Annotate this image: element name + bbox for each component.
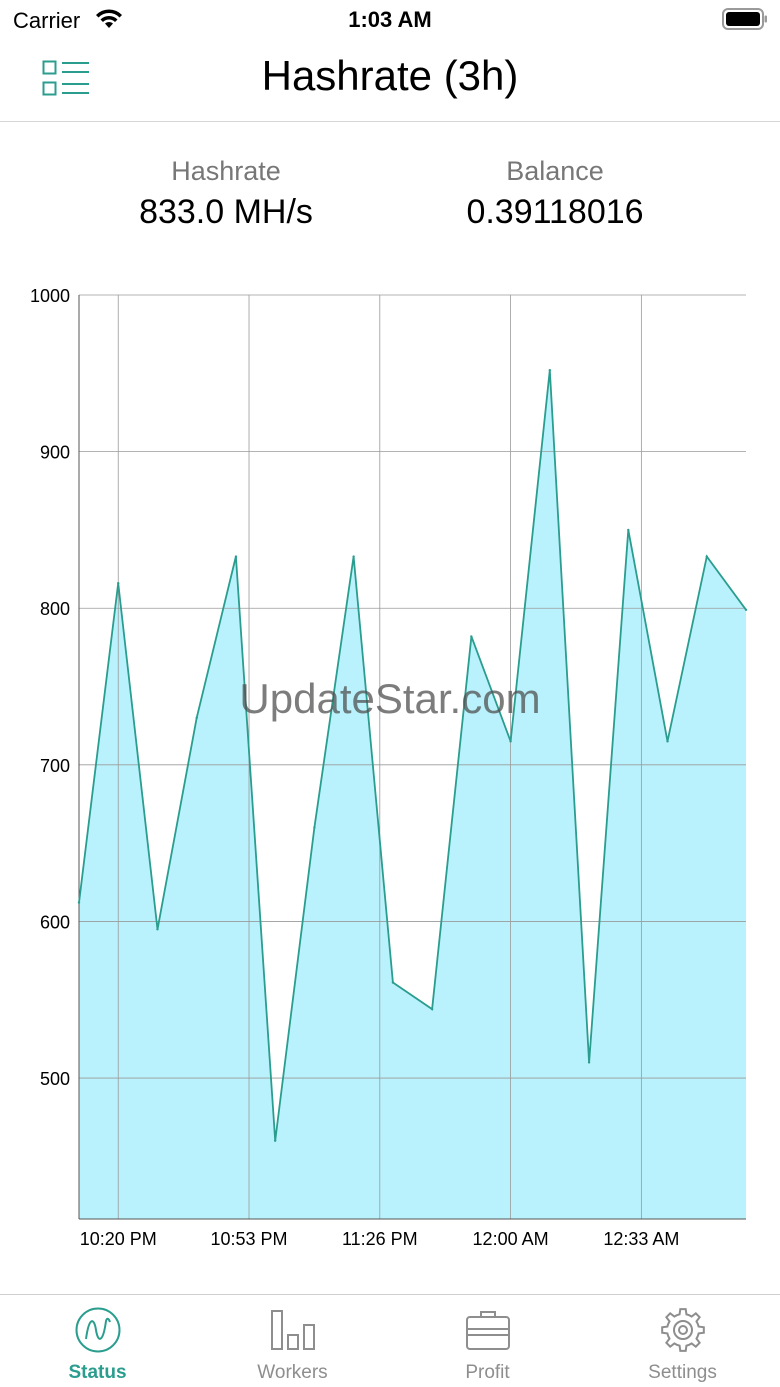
data-point: [744, 608, 748, 611]
balance-label: Balance: [506, 156, 604, 186]
tab-workers[interactable]: Workers: [195, 1295, 390, 1387]
balance-stat: Balance 0.39118016: [425, 156, 685, 232]
data-point: [234, 555, 238, 558]
hashrate-value: 833.0 MH/s: [139, 193, 313, 231]
balance-value: 0.39118016: [466, 193, 644, 231]
y-tick-label: 900: [40, 443, 70, 463]
tab-settings-label: Settings: [648, 1362, 717, 1383]
data-point: [156, 928, 159, 931]
data-point: [470, 635, 473, 638]
area-fill: [79, 370, 746, 1219]
workers-bars-icon: [271, 1310, 315, 1350]
battery-icon: [722, 8, 767, 30]
tab-workers-label: Workers: [257, 1362, 328, 1383]
data-point: [705, 555, 708, 558]
x-tick-label: 11:26 PM: [342, 1229, 418, 1249]
status-time: 1:03 AM: [348, 7, 432, 32]
gear-icon: [661, 1308, 705, 1352]
data-point: [273, 1139, 277, 1142]
y-tick-label: 500: [40, 1069, 70, 1089]
tab-profit-label: Profit: [465, 1362, 510, 1383]
data-point: [195, 716, 198, 720]
x-tick-label: 12:00 AM: [473, 1229, 549, 1249]
data-point: [313, 826, 316, 829]
tab-status[interactable]: Status: [0, 1295, 195, 1387]
data-point: [627, 528, 630, 532]
y-tick-label: 1000: [30, 286, 70, 306]
data-point: [352, 555, 355, 558]
x-tick-label: 10:20 PM: [80, 1229, 157, 1249]
navigation-bar: Hashrate (3h): [0, 40, 780, 122]
data-point: [666, 740, 669, 743]
hashrate-label: Hashrate: [171, 156, 281, 186]
x-tick-label: 12:33 AM: [603, 1229, 679, 1249]
tab-status-label: Status: [68, 1362, 127, 1383]
data-point: [391, 981, 395, 984]
hashrate-stat: Hashrate 833.0 MH/s: [96, 156, 356, 232]
data-point: [587, 1061, 591, 1064]
y-tick-label: 800: [40, 599, 70, 619]
tab-bar: Status Workers Profit Settings: [0, 1294, 780, 1387]
y-tick-label: 700: [40, 756, 70, 776]
data-point: [117, 581, 120, 585]
hashrate-chart[interactable]: 500 600 700 800 900 1000 10:20 PM 10:53 PM 11:26…: [0, 280, 780, 1260]
tab-settings[interactable]: Settings: [585, 1295, 780, 1387]
briefcase-icon: [466, 1311, 510, 1350]
data-point: [548, 368, 552, 372]
data-point: [509, 740, 512, 743]
x-tick-label: 10:53 PM: [210, 1229, 287, 1249]
status-wave-icon: [75, 1307, 121, 1353]
data-point: [77, 901, 81, 904]
status-bar: Carrier 1:03 AM: [0, 0, 780, 40]
y-tick-label: 600: [40, 912, 70, 932]
page-title: Hashrate (3h): [261, 52, 519, 99]
data-point: [430, 1007, 434, 1011]
tab-profit[interactable]: Profit: [390, 1295, 585, 1387]
